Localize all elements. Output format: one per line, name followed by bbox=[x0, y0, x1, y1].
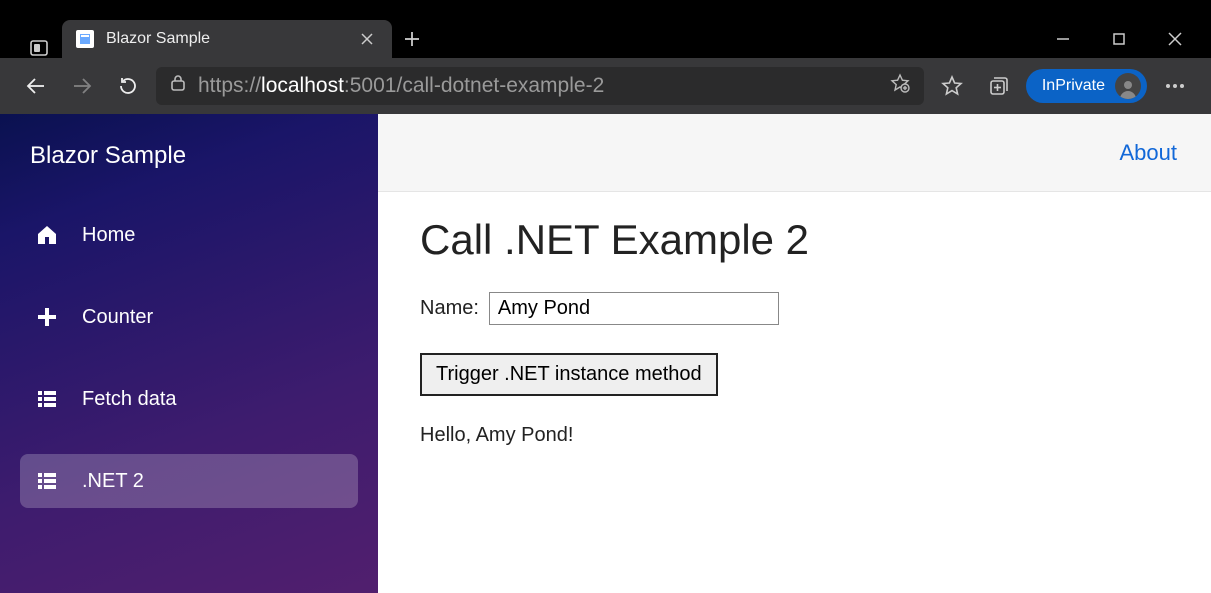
app-brand[interactable]: Blazor Sample bbox=[0, 114, 378, 188]
window-controls bbox=[1035, 20, 1211, 58]
result-text: Hello, Amy Pond! bbox=[420, 424, 1169, 447]
nav-back-button[interactable] bbox=[18, 68, 54, 104]
url-path: /call-dotnet-example-2 bbox=[396, 74, 604, 97]
tab-overview-button[interactable] bbox=[16, 38, 62, 58]
plus-icon bbox=[34, 304, 60, 330]
more-menu-button[interactable] bbox=[1157, 68, 1193, 104]
tab-favicon bbox=[76, 30, 94, 48]
sidebar-nav: Home Counter Fetch data .NET 2 bbox=[0, 188, 378, 528]
url-scheme: https:// bbox=[198, 74, 261, 97]
window-close-button[interactable] bbox=[1147, 20, 1203, 58]
sidebar-item-label: Home bbox=[82, 224, 135, 247]
url-port: :5001 bbox=[344, 74, 397, 97]
sidebar-item-label: Counter bbox=[82, 306, 153, 329]
window-maximize-button[interactable] bbox=[1091, 20, 1147, 58]
top-bar: About bbox=[378, 114, 1211, 192]
collections-icon[interactable] bbox=[980, 68, 1016, 104]
url-text: https://localhost:5001/call-dotnet-examp… bbox=[198, 74, 604, 98]
page-content: Call .NET Example 2 Name: Trigger .NET i… bbox=[378, 192, 1211, 471]
tab-close-button[interactable] bbox=[356, 28, 378, 50]
favorite-add-icon[interactable] bbox=[890, 73, 910, 99]
about-link[interactable]: About bbox=[1120, 140, 1178, 166]
lock-icon bbox=[170, 74, 186, 98]
list-icon bbox=[34, 468, 60, 494]
address-bar: https://localhost:5001/call-dotnet-examp… bbox=[0, 58, 1211, 114]
sidebar-item-counter[interactable]: Counter bbox=[20, 290, 358, 344]
inprivate-badge[interactable]: InPrivate bbox=[1026, 69, 1147, 103]
inprivate-label: InPrivate bbox=[1042, 77, 1105, 95]
trigger-button[interactable]: Trigger .NET instance method bbox=[420, 353, 718, 396]
nav-forward-button[interactable] bbox=[64, 68, 100, 104]
page-viewport: Blazor Sample Home Counter Fetch data bbox=[0, 114, 1211, 593]
list-icon bbox=[34, 386, 60, 412]
tab-bar: Blazor Sample bbox=[0, 16, 1211, 58]
nav-reload-button[interactable] bbox=[110, 68, 146, 104]
name-input[interactable] bbox=[489, 292, 779, 325]
name-label: Name: bbox=[420, 297, 479, 320]
browser-tab[interactable]: Blazor Sample bbox=[62, 20, 392, 58]
window-drag-region[interactable] bbox=[0, 0, 1211, 16]
browser-chrome: Blazor Sample https:// bbox=[0, 0, 1211, 114]
avatar-icon bbox=[1115, 73, 1141, 99]
main-area: About Call .NET Example 2 Name: Trigger … bbox=[378, 114, 1211, 593]
new-tab-button[interactable] bbox=[392, 20, 432, 58]
sidebar: Blazor Sample Home Counter Fetch data bbox=[0, 114, 378, 593]
tab-title: Blazor Sample bbox=[106, 30, 210, 48]
url-host: localhost bbox=[261, 74, 344, 97]
home-icon bbox=[34, 222, 60, 248]
window-minimize-button[interactable] bbox=[1035, 20, 1091, 58]
url-box[interactable]: https://localhost:5001/call-dotnet-examp… bbox=[156, 67, 924, 105]
sidebar-item-fetch-data[interactable]: Fetch data bbox=[20, 372, 358, 426]
sidebar-item-home[interactable]: Home bbox=[20, 208, 358, 262]
name-row: Name: bbox=[420, 292, 1169, 325]
sidebar-item-dotnet-2[interactable]: .NET 2 bbox=[20, 454, 358, 508]
favorites-icon[interactable] bbox=[934, 68, 970, 104]
sidebar-item-label: .NET 2 bbox=[82, 470, 144, 493]
sidebar-item-label: Fetch data bbox=[82, 388, 177, 411]
page-title: Call .NET Example 2 bbox=[420, 216, 1169, 264]
